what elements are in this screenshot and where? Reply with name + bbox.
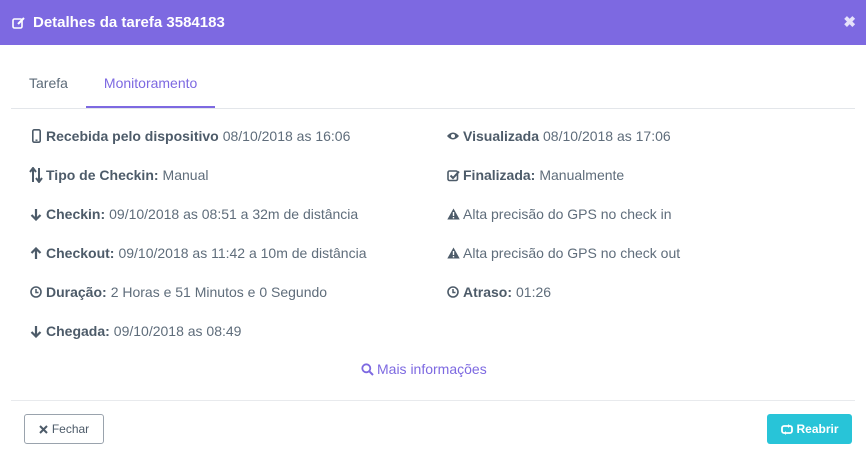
checkin-label: Checkin: (46, 206, 106, 222)
arrow-down-icon (29, 325, 43, 338)
sort-arrows-icon (29, 167, 43, 183)
duration-row: Duração: 2 Horas e 51 Minutos e 0 Segund… (29, 284, 327, 300)
close-button[interactable]: Fechar (24, 414, 104, 444)
finished-label: Finalizada: (463, 167, 536, 183)
warning-icon (446, 247, 460, 259)
gps-checkin-text: Alta precisão do GPS no check in (463, 206, 672, 222)
delay-row: Atraso: 01:26 (446, 284, 551, 300)
arrow-up-icon (29, 246, 43, 260)
received-label: Recebida pelo dispositivo (46, 128, 219, 144)
viewed-row: Visualizada 08/10/2018 as 17:06 (446, 128, 671, 144)
modal-header: Detalhes da tarefa 3584183 ✖ (0, 0, 866, 45)
eye-icon (446, 131, 460, 141)
mobile-icon (29, 129, 43, 143)
viewed-value: 08/10/2018 as 17:06 (543, 128, 671, 144)
duration-value: 2 Horas e 51 Minutos e 0 Segundo (110, 284, 328, 300)
checkout-label: Checkout: (46, 245, 115, 261)
check-square-icon (446, 169, 460, 182)
tab-tarefa[interactable]: Tarefa (11, 64, 86, 108)
arrow-down-icon (29, 208, 43, 221)
duration-label: Duração: (46, 284, 107, 300)
more-info-link[interactable]: Mais informações (360, 361, 487, 377)
received-value: 08/10/2018 as 16:06 (222, 128, 351, 144)
finished-row: Finalizada: Manualmente (446, 167, 624, 183)
delay-label: Atraso: (463, 284, 513, 300)
received-row: Recebida pelo dispositivo 08/10/2018 as … (29, 128, 350, 144)
arrival-value: 09/10/2018 as 08:49 (113, 323, 242, 339)
checkin-value: 09/10/2018 as 08:51 a 32m de distância (109, 206, 359, 222)
x-icon (39, 424, 49, 434)
arrival-label: Chegada: (46, 323, 110, 339)
tab-bar: Tarefa Monitoramento (11, 64, 855, 109)
close-button-label: Fechar (51, 422, 90, 436)
checkin-type-label: Tipo de Checkin: (46, 167, 159, 183)
viewed-label: Visualizada (463, 128, 540, 144)
footer-divider (11, 400, 855, 401)
checkin-row: Checkin: 09/10/2018 as 08:51 a 32m de di… (29, 206, 358, 222)
checkout-row: Checkout: 09/10/2018 as 11:42 a 10m de d… (29, 245, 367, 261)
reopen-button-label: Reabrir (796, 422, 839, 436)
checkin-type-value: Manual (162, 167, 209, 183)
search-icon (360, 362, 374, 376)
gps-checkout-row: Alta precisão do GPS no check out (446, 245, 680, 261)
tab-monitoramento[interactable]: Monitoramento (85, 64, 216, 108)
reopen-button[interactable]: Reabrir (767, 414, 852, 444)
arrival-row: Chegada: 09/10/2018 as 08:49 (29, 323, 241, 339)
edit-icon (12, 16, 26, 30)
checkin-type-row: Tipo de Checkin: Manual (29, 167, 208, 183)
finished-value: Manualmente (539, 167, 625, 183)
task-details-modal: Detalhes da tarefa 3584183 ✖ Tarefa Moni… (0, 0, 866, 454)
more-info-label: Mais informações (377, 361, 487, 377)
modal-title: Detalhes da tarefa 3584183 (33, 14, 225, 31)
warning-icon (446, 208, 460, 220)
gps-checkout-text: Alta precisão do GPS no check out (463, 245, 681, 261)
clock-icon (29, 286, 43, 298)
refresh-icon (780, 423, 793, 435)
gps-checkin-row: Alta precisão do GPS no check in (446, 206, 672, 222)
clock-icon (446, 286, 460, 298)
close-icon[interactable]: ✖ (843, 13, 856, 31)
checkout-value: 09/10/2018 as 11:42 a 10m de distância (118, 245, 367, 261)
delay-value: 01:26 (516, 284, 552, 300)
